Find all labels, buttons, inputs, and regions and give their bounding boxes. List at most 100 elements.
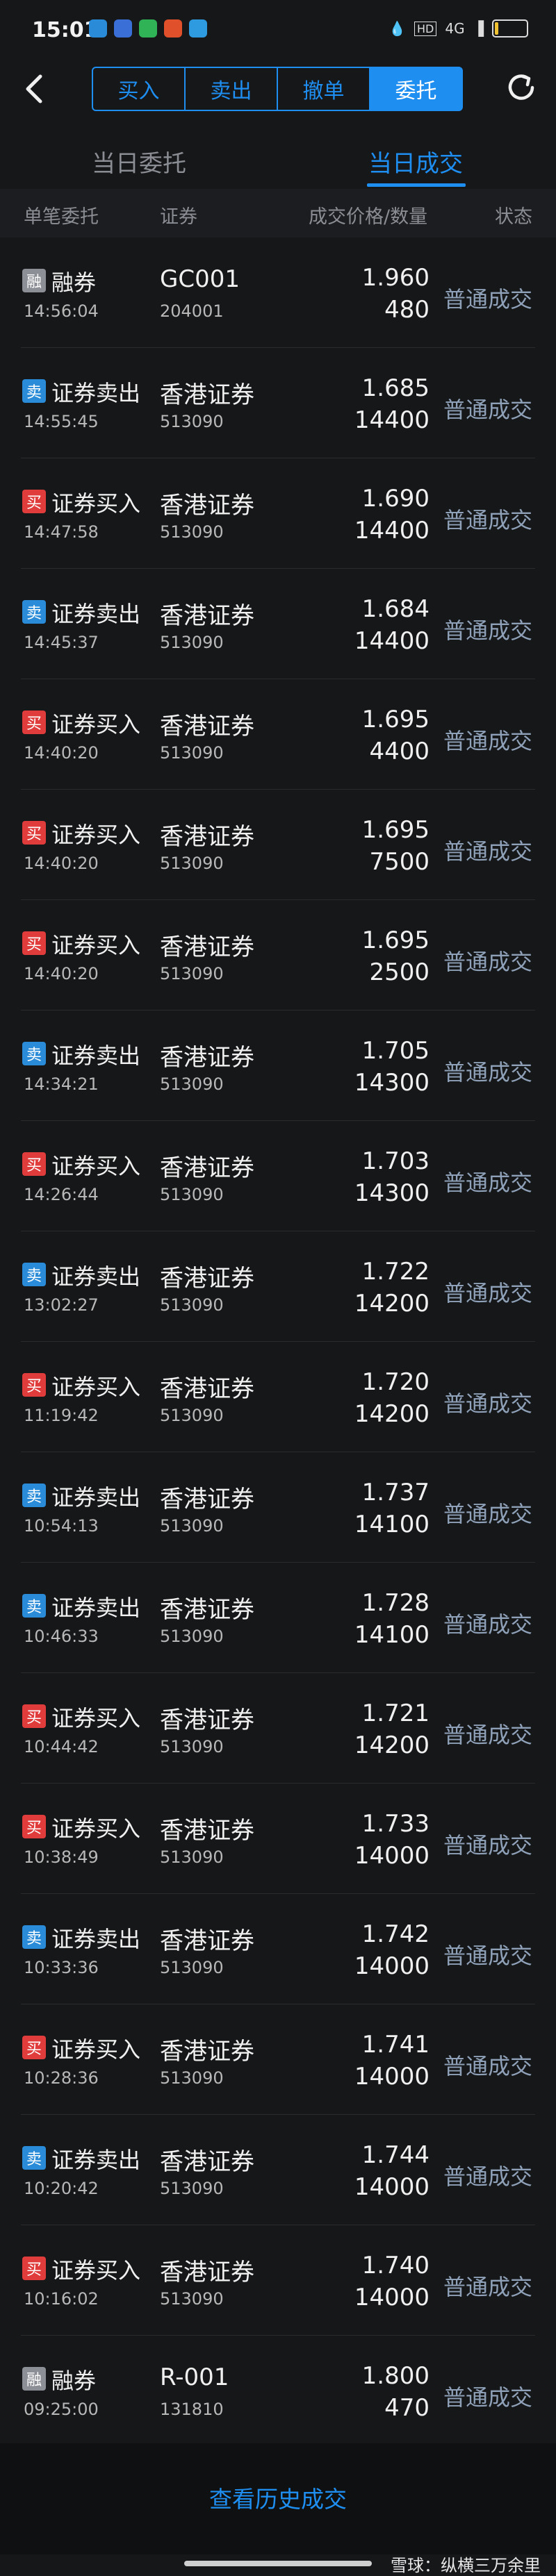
security-name: 香港证券 xyxy=(160,1596,254,1624)
status-right: 💧 HD 4G ▐ xyxy=(389,19,528,38)
table-row[interactable]: 买证券买入 14:40:20 香港证券 513090 1.695 2500 普通成交 xyxy=(0,900,556,1011)
trade-status: 普通成交 xyxy=(443,617,532,644)
table-row[interactable]: 卖证券卖出 10:46:33 香港证券 513090 1.728 14100 普通成交 xyxy=(0,1563,556,1673)
active-tab-indicator xyxy=(367,183,466,187)
trade-price: 1.742 xyxy=(361,1920,430,1948)
trade-price: 1.705 xyxy=(361,1037,430,1065)
security-code: 513090 xyxy=(160,2289,224,2309)
order-time: 14:40:20 xyxy=(24,964,99,983)
table-row[interactable]: 买证券买入 14:26:44 香港证券 513090 1.703 14300 普通成交 xyxy=(0,1121,556,1231)
order-time: 14:55:45 xyxy=(24,412,99,431)
order-type-label: 融券 xyxy=(51,2368,97,2394)
table-row[interactable]: 卖证券卖出 14:55:45 香港证券 513090 1.685 14400 普通成交 xyxy=(0,348,556,458)
security-code: 513090 xyxy=(160,1627,224,1646)
order-time: 10:38:49 xyxy=(24,1847,99,1867)
trade-status: 普通成交 xyxy=(443,2163,532,2190)
type-badge: 买 xyxy=(22,1152,46,1176)
order-type-label: 证券卖出 xyxy=(51,2147,141,2173)
col-status: 状态 xyxy=(495,206,532,228)
security-code: 513090 xyxy=(160,1958,224,1977)
security-code: 131810 xyxy=(160,2400,224,2419)
type-badge: 买 xyxy=(22,2257,46,2280)
tab-cancel[interactable]: 撤单 xyxy=(278,68,370,110)
refresh-icon[interactable] xyxy=(502,68,541,107)
tab-today-trades[interactable]: 当日成交 xyxy=(368,144,463,178)
trade-quantity: 2500 xyxy=(369,958,430,986)
type-badge: 买 xyxy=(22,1373,46,1397)
order-type-label: 证券买入 xyxy=(51,1374,141,1400)
trade-price: 1.703 xyxy=(361,1147,430,1175)
order-time: 10:20:42 xyxy=(24,2179,99,2198)
table-row[interactable]: 买证券买入 10:44:42 香港证券 513090 1.721 14200 普通成交 xyxy=(0,1673,556,1784)
security-name: 香港证券 xyxy=(160,1706,254,1734)
trade-status: 普通成交 xyxy=(443,1280,532,1306)
security-name: 香港证券 xyxy=(160,1927,254,1955)
security-name: 香港证券 xyxy=(160,713,254,740)
table-row[interactable]: 买证券买入 10:38:49 香港证券 513090 1.733 14000 普通成交 xyxy=(0,1784,556,1894)
home-indicator[interactable] xyxy=(184,2561,372,2566)
table-row[interactable]: 卖证券卖出 10:33:36 香港证券 513090 1.742 14000 普通成交 xyxy=(0,1894,556,2004)
security-code: 513090 xyxy=(160,1295,224,1315)
security-code: 513090 xyxy=(160,743,224,763)
table-row[interactable]: 买证券买入 14:40:20 香港证券 513090 1.695 7500 普通成交 xyxy=(0,790,556,900)
trade-status: 普通成交 xyxy=(443,2274,532,2300)
security-name: 香港证券 xyxy=(160,492,254,520)
network-label: 4G xyxy=(445,20,465,37)
order-time: 10:33:36 xyxy=(24,1958,99,1977)
security-name: 香港证券 xyxy=(160,1817,254,1845)
security-code: 204001 xyxy=(160,301,224,321)
order-type-label: 证券卖出 xyxy=(51,380,141,406)
table-row[interactable]: 买证券买入 14:40:20 香港证券 513090 1.695 4400 普通成交 xyxy=(0,679,556,790)
order-type-label: 证券买入 xyxy=(51,711,141,738)
table-row[interactable]: 卖证券卖出 10:54:13 香港证券 513090 1.737 14100 普通成交 xyxy=(0,1452,556,1563)
security-name: 香港证券 xyxy=(160,823,254,851)
table-row[interactable]: 买证券买入 11:19:42 香港证券 513090 1.720 14200 普通成交 xyxy=(0,1342,556,1452)
table-row[interactable]: 融融券 14:56:04 GC001 204001 1.960 480 普通成交 xyxy=(0,238,556,348)
trade-status: 普通成交 xyxy=(443,2053,532,2079)
table-row[interactable]: 卖证券卖出 14:34:21 香港证券 513090 1.705 14300 普通成交 xyxy=(0,1011,556,1121)
security-name: R-001 xyxy=(160,2363,229,2391)
tab-orders[interactable]: 委托 xyxy=(370,68,461,110)
type-badge: 卖 xyxy=(22,1594,46,1618)
back-icon[interactable] xyxy=(18,69,53,108)
view-history-link[interactable]: 查看历史成交 xyxy=(0,2481,556,2514)
trade-price: 1.737 xyxy=(361,1479,430,1506)
trade-status: 普通成交 xyxy=(443,1390,532,1417)
security-name: 香港证券 xyxy=(160,1375,254,1403)
table-row[interactable]: 买证券买入 14:47:58 香港证券 513090 1.690 14400 普通成交 xyxy=(0,458,556,569)
security-code: 513090 xyxy=(160,633,224,652)
trade-status: 普通成交 xyxy=(443,1611,532,1638)
trade-status: 普通成交 xyxy=(443,1832,532,1859)
order-type-label: 证券买入 xyxy=(51,2036,141,2063)
trade-status: 普通成交 xyxy=(443,1943,532,1969)
trade-price: 1.690 xyxy=(361,485,430,513)
order-time: 14:45:37 xyxy=(24,633,99,652)
table-row[interactable]: 融融券 09:25:00 R-001 131810 1.800 470 普通成交 xyxy=(0,2336,556,2446)
tab-buy[interactable]: 买入 xyxy=(93,68,186,110)
table-row[interactable]: 买证券买入 10:16:02 香港证券 513090 1.740 14000 普通成交 xyxy=(0,2225,556,2336)
water-drop-icon: 💧 xyxy=(389,20,407,37)
trade-status: 普通成交 xyxy=(443,1170,532,1196)
security-name: 香港证券 xyxy=(160,2259,254,2286)
trade-status: 普通成交 xyxy=(443,1722,532,1748)
trade-quantity: 14000 xyxy=(354,2063,430,2091)
type-badge: 融 xyxy=(22,2367,46,2391)
trade-quantity: 14300 xyxy=(354,1069,430,1097)
table-row[interactable]: 卖证券卖出 13:02:27 香港证券 513090 1.722 14200 普通成交 xyxy=(0,1231,556,1342)
battery-level xyxy=(495,22,498,35)
trade-quantity: 14100 xyxy=(354,1511,430,1538)
order-type-label: 证券买入 xyxy=(51,822,141,848)
type-badge: 买 xyxy=(22,2036,46,2059)
table-row[interactable]: 卖证券卖出 10:20:42 香港证券 513090 1.744 14000 普通成交 xyxy=(0,2115,556,2225)
tab-today-orders[interactable]: 当日委托 xyxy=(92,144,186,178)
type-badge: 融 xyxy=(22,269,46,292)
trade-price: 1.684 xyxy=(361,595,430,623)
hd-icon: HD xyxy=(414,21,437,36)
trade-price: 1.733 xyxy=(361,1810,430,1838)
table-row[interactable]: 卖证券卖出 14:45:37 香港证券 513090 1.684 14400 普通成交 xyxy=(0,569,556,679)
table-row[interactable]: 买证券买入 10:28:36 香港证券 513090 1.741 14000 普通成交 xyxy=(0,2004,556,2115)
order-time: 09:25:00 xyxy=(24,2400,99,2419)
tab-sell[interactable]: 卖出 xyxy=(186,68,278,110)
status-bar: 15:01 💧 HD 4G ▐ xyxy=(0,0,556,63)
order-time: 14:56:04 xyxy=(24,301,99,321)
